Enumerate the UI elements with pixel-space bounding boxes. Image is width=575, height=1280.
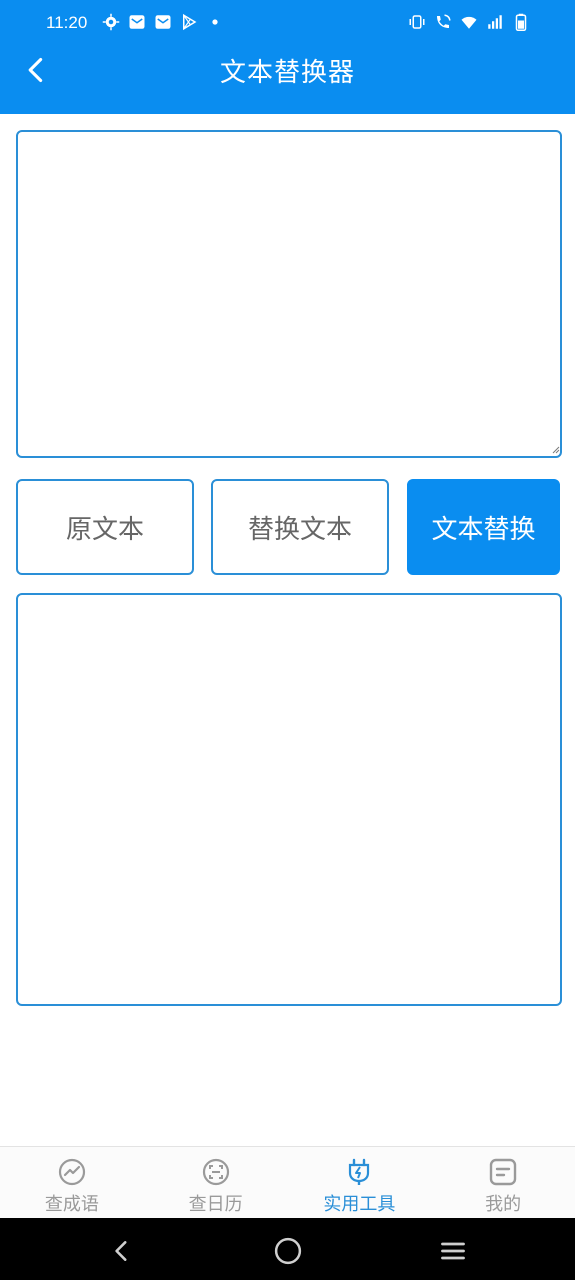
system-nav-bar (0, 1218, 575, 1280)
face-scan-icon (201, 1157, 231, 1187)
nav-home-button[interactable] (270, 1233, 306, 1269)
menu-icon (441, 1242, 465, 1260)
app-bar: 文本替换器 (0, 46, 575, 114)
back-triangle-icon (115, 1241, 127, 1261)
resize-handle-icon[interactable] (552, 446, 560, 454)
play-store-icon (180, 13, 198, 31)
nav-menu-button[interactable] (435, 1233, 471, 1269)
tab-mine[interactable]: 我的 (431, 1147, 575, 1219)
home-circle-icon (274, 1237, 302, 1265)
note-icon (488, 1157, 518, 1187)
settings-icon (102, 13, 120, 31)
status-left-icons (102, 13, 224, 31)
replacement-text-button[interactable]: 替换文本 (211, 479, 389, 575)
call-wifi-icon (434, 13, 452, 31)
vibrate-icon (408, 13, 426, 31)
tab-label: 查日历 (188, 1194, 243, 1215)
page-title: 文本替换器 (219, 58, 355, 88)
source-text-input[interactable] (16, 130, 562, 458)
status-bar: 11:20 (0, 0, 575, 46)
tab-label: 实用工具 (323, 1194, 396, 1215)
trend-chart-icon (57, 1157, 87, 1187)
status-right-icons (408, 13, 530, 31)
tab-tools[interactable]: 实用工具 (288, 1147, 432, 1219)
wifi-icon (460, 13, 478, 31)
tab-idiom[interactable]: 查成语 (0, 1147, 144, 1219)
battery-icon (512, 13, 530, 31)
plug-lightning-icon (344, 1157, 374, 1187)
tab-calendar[interactable]: 查日历 (144, 1147, 288, 1219)
replace-button[interactable]: 文本替换 (407, 479, 560, 575)
mail-icon (154, 13, 172, 31)
tab-label: 我的 (485, 1194, 522, 1215)
signal-icon (486, 13, 504, 31)
nav-back-button[interactable] (104, 1233, 140, 1269)
tab-label: 查成语 (44, 1194, 99, 1215)
result-text-output[interactable] (16, 593, 562, 1006)
bottom-tab-bar: 查成语 查日历 实用工具 我的 (0, 1146, 575, 1219)
status-time: 11:20 (46, 13, 88, 32)
dot-icon (206, 13, 224, 31)
mail-icon (128, 13, 146, 31)
original-text-button[interactable]: 原文本 (16, 479, 194, 575)
